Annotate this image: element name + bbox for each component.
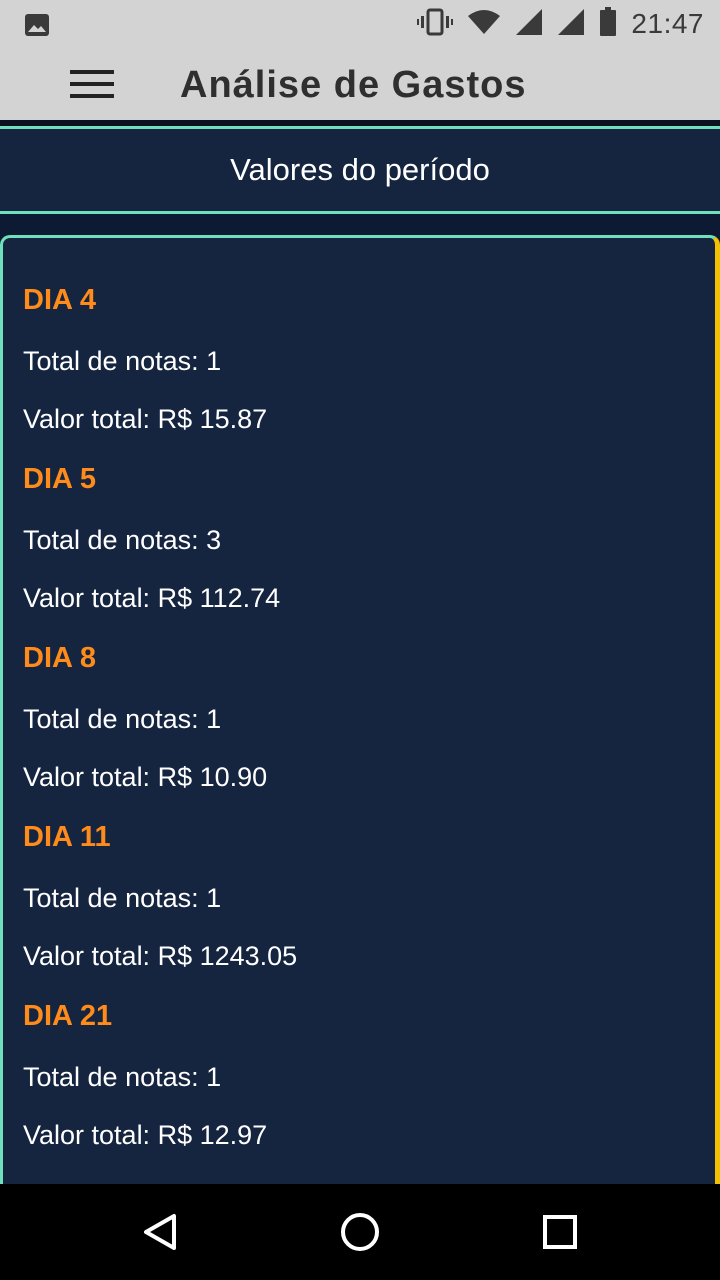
day-title: DIA 11 — [23, 821, 111, 853]
notes-count: Total de notas: 1 — [23, 883, 222, 913]
vibrate-icon — [417, 8, 454, 41]
app-bar: Análise de Gastos — [0, 48, 720, 120]
day-title: DIA 5 — [23, 463, 97, 495]
notes-count: Total de notas: 1 — [23, 1062, 222, 1092]
home-icon[interactable] — [336, 1208, 384, 1256]
battery-icon — [599, 6, 617, 42]
section-title: Valores do período — [230, 152, 490, 187]
list-item: DIA 8 Total de notas: 1 Valor total: R$ … — [23, 596, 715, 792]
total-value: Valor total: R$ 12.97 — [23, 1120, 268, 1150]
notes-count: Total de notas: 1 — [23, 704, 222, 734]
list-item: DIA 5 Total de notas: 3 Valor total: R$ … — [23, 417, 715, 613]
list-item: DIA 11 Total de notas: 1 Valor total: R$… — [23, 775, 715, 971]
clock: 21:47 — [631, 8, 704, 39]
page-title: Análise de Gastos — [180, 64, 527, 106]
day-title: DIA 21 — [23, 1000, 113, 1032]
hamburger-menu-icon[interactable] — [70, 70, 114, 100]
status-bar: 21:47 — [0, 0, 720, 48]
recents-icon[interactable] — [536, 1208, 584, 1256]
signal-icon — [557, 8, 585, 41]
image-icon — [24, 13, 50, 42]
wifi-icon — [467, 9, 501, 40]
section-header: Valores do período — [0, 126, 720, 214]
expenses-card[interactable]: DIA 4 Total de notas: 1 Valor total: R$ … — [0, 235, 720, 1195]
day-title: DIA 8 — [23, 642, 97, 674]
signal-icon — [515, 8, 543, 41]
notes-count: Total de notas: 3 — [23, 525, 222, 555]
list-item: DIA 21 Total de notas: 1 Valor total: R$… — [23, 954, 715, 1150]
back-icon[interactable] — [136, 1208, 184, 1256]
navigation-bar — [0, 1184, 720, 1280]
notes-count: Total de notas: 1 — [23, 346, 222, 376]
day-title: DIA 4 — [23, 284, 97, 316]
list-item: DIA 4 Total de notas: 1 Valor total: R$ … — [23, 238, 715, 434]
